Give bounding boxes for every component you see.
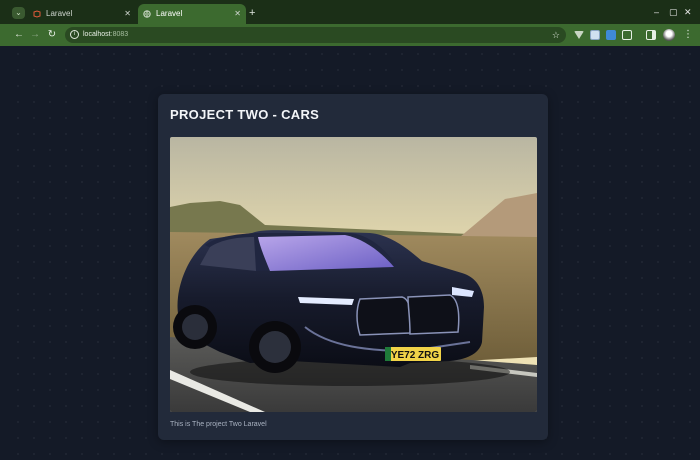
tab-strip: ⌄ Laravel ✕ Laravel ✕ + – ▢ ✕ bbox=[0, 0, 700, 24]
profile-avatar-icon[interactable] bbox=[663, 29, 675, 41]
tab-title: Laravel bbox=[46, 9, 73, 18]
car-photo: YE72 ZRG bbox=[170, 137, 537, 412]
card-caption: This is The project Two Laravel bbox=[170, 421, 267, 428]
new-tab-icon[interactable]: + bbox=[249, 7, 255, 19]
reload-icon[interactable]: ↻ bbox=[45, 28, 59, 42]
sidebar-icon[interactable] bbox=[646, 30, 656, 40]
extension-icon[interactable] bbox=[574, 31, 584, 39]
tab-title: Laravel bbox=[156, 9, 183, 18]
close-window-button[interactable]: ✕ bbox=[684, 6, 692, 18]
license-plate-text: YE72 ZRG bbox=[391, 350, 440, 361]
page-title: PROJECT TWO - CARS bbox=[170, 107, 320, 122]
close-icon[interactable]: ✕ bbox=[234, 4, 241, 24]
url-port: :8083 bbox=[110, 31, 129, 38]
extension-icon[interactable] bbox=[606, 30, 616, 40]
tab-laravel-1[interactable]: Laravel ✕ bbox=[28, 4, 136, 24]
forward-icon[interactable]: → bbox=[28, 28, 42, 42]
back-icon[interactable]: ← bbox=[12, 28, 26, 42]
browser-toolbar: ← → ↻ i localhost:8083 ☆ ⋮ bbox=[0, 24, 700, 46]
menu-icon[interactable]: ⋮ bbox=[683, 28, 693, 42]
tab-search-icon[interactable]: ⌄ bbox=[12, 7, 25, 19]
extension-icon[interactable] bbox=[590, 30, 600, 40]
url-text[interactable]: localhost:8083 bbox=[83, 27, 128, 43]
close-icon[interactable]: ✕ bbox=[124, 4, 131, 24]
site-info-icon[interactable]: i bbox=[70, 30, 79, 39]
maximize-button[interactable]: ▢ bbox=[669, 6, 678, 18]
globe-favicon bbox=[143, 10, 151, 18]
page-viewport: PROJECT TWO - CARS YE72 ZRG This is The … bbox=[10, 46, 700, 460]
url-host: localhost bbox=[83, 31, 111, 38]
minimize-button[interactable]: – bbox=[654, 6, 659, 18]
laravel-favicon bbox=[33, 10, 41, 18]
extension-icon[interactable] bbox=[622, 30, 632, 40]
bookmark-star-icon[interactable]: ☆ bbox=[552, 27, 560, 43]
tab-laravel-2-active[interactable]: Laravel ✕ bbox=[138, 4, 246, 24]
project-card: PROJECT TWO - CARS YE72 ZRG This is The … bbox=[158, 94, 548, 440]
address-bar[interactable]: i localhost:8083 ☆ bbox=[65, 27, 566, 43]
